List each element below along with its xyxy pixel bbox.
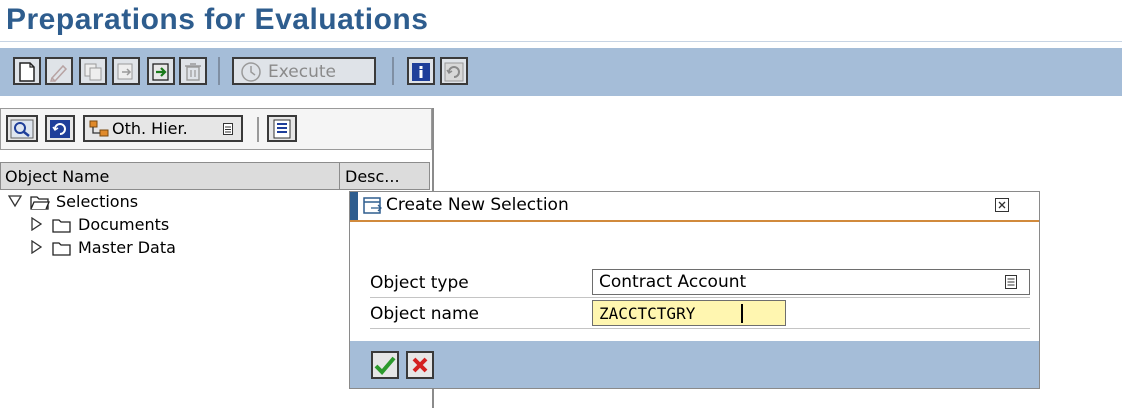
tree-node-label: Documents bbox=[78, 215, 170, 234]
cancel-icon bbox=[412, 357, 428, 373]
tree-node-selections[interactable]: Selections bbox=[8, 191, 338, 213]
refresh-icon bbox=[50, 120, 70, 138]
object-type-select[interactable]: Contract Account bbox=[592, 269, 1030, 295]
checkmark-icon bbox=[374, 356, 396, 375]
open-folder-icon bbox=[30, 196, 50, 210]
dialog-header[interactable]: Create New Selection bbox=[350, 192, 1039, 222]
find-button[interactable] bbox=[6, 115, 38, 142]
delete-icon bbox=[185, 63, 201, 81]
dropdown-icon bbox=[223, 123, 233, 135]
refresh-button[interactable] bbox=[440, 57, 468, 85]
tree-toolbar: Oth. Hier. bbox=[0, 108, 432, 150]
dropdown-icon[interactable] bbox=[1005, 275, 1017, 289]
column-description[interactable]: Desc... bbox=[345, 167, 400, 186]
object-name-label: Object name bbox=[370, 304, 479, 324]
toolbar-separator bbox=[392, 57, 394, 85]
tree-node-label: Selections bbox=[56, 192, 139, 211]
dialog-window-icon bbox=[363, 197, 382, 214]
field-divider bbox=[370, 328, 1030, 329]
folder-icon bbox=[52, 242, 71, 256]
dialog-accent bbox=[350, 192, 358, 220]
field-divider bbox=[370, 297, 1030, 298]
close-icon bbox=[998, 201, 1006, 209]
copy-icon bbox=[84, 63, 102, 81]
tree-column-header: Object Name Desc... bbox=[0, 162, 430, 190]
column-object-name[interactable]: Object Name bbox=[5, 167, 109, 186]
close-button[interactable] bbox=[995, 198, 1009, 212]
edit-icon bbox=[49, 64, 68, 82]
new-icon bbox=[19, 62, 35, 82]
title-divider bbox=[0, 41, 1122, 42]
delete-button[interactable] bbox=[179, 57, 207, 85]
info-button[interactable] bbox=[407, 57, 435, 85]
info-icon bbox=[412, 63, 430, 81]
transport-button[interactable] bbox=[112, 57, 140, 85]
main-toolbar: Execute bbox=[0, 48, 1122, 96]
tree-node-label: Master Data bbox=[78, 238, 176, 257]
new-button[interactable] bbox=[13, 57, 41, 85]
hierarchy-icon bbox=[89, 120, 109, 137]
triangle-down-icon bbox=[8, 195, 22, 208]
edit-button[interactable] bbox=[45, 57, 73, 85]
page-title: Preparations for Evaluations bbox=[6, 3, 429, 36]
find-icon bbox=[10, 119, 34, 139]
refresh-icon bbox=[444, 62, 464, 82]
object-type-label: Object type bbox=[370, 273, 469, 293]
create-selection-dialog: Create New Selection Object type Contrac… bbox=[349, 191, 1040, 389]
dialog-title: Create New Selection bbox=[386, 195, 569, 215]
copy-button[interactable] bbox=[79, 57, 107, 85]
layout-button[interactable] bbox=[267, 115, 297, 142]
object-name-value: ZACCTCTGRY bbox=[599, 304, 696, 323]
folder-icon bbox=[52, 219, 71, 233]
execute-button[interactable]: Execute bbox=[232, 57, 376, 85]
import-icon bbox=[152, 63, 169, 81]
triangle-right-icon bbox=[31, 240, 42, 254]
tree-toolbar-separator bbox=[257, 117, 259, 142]
column-divider[interactable] bbox=[339, 163, 340, 189]
tree-node-master-data[interactable]: Master Data bbox=[30, 237, 330, 259]
other-hierarchy-label: Oth. Hier. bbox=[112, 119, 188, 138]
other-hierarchy-dropdown[interactable]: Oth. Hier. bbox=[83, 115, 243, 142]
tree-refresh-button[interactable] bbox=[45, 115, 75, 142]
transport-icon bbox=[117, 63, 133, 80]
import-button[interactable] bbox=[147, 57, 175, 85]
tree-node-documents[interactable]: Documents bbox=[30, 214, 330, 236]
execute-icon bbox=[241, 62, 261, 82]
cancel-button[interactable] bbox=[406, 351, 434, 379]
triangle-right-icon bbox=[31, 217, 42, 231]
toolbar-separator bbox=[218, 57, 220, 85]
object-name-input[interactable]: ZACCTCTGRY bbox=[592, 300, 786, 326]
confirm-button[interactable] bbox=[371, 351, 399, 379]
layout-icon bbox=[273, 119, 291, 139]
object-type-value: Contract Account bbox=[599, 272, 747, 292]
text-cursor bbox=[741, 304, 743, 323]
dialog-footer bbox=[350, 341, 1039, 388]
execute-label: Execute bbox=[268, 62, 336, 82]
